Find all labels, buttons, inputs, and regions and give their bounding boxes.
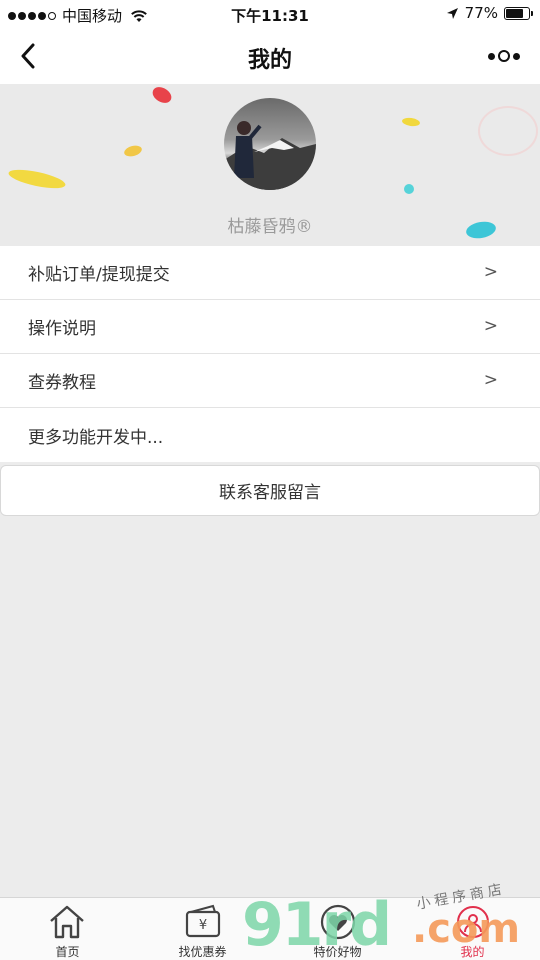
avatar-photo bbox=[224, 121, 316, 190]
menu-item-subsidy-order[interactable]: 补贴订单/提现提交 > bbox=[0, 246, 540, 300]
contact-service-button[interactable]: 联系客服留言 bbox=[0, 465, 540, 516]
username: 枯藤昏鸦® bbox=[227, 217, 313, 237]
menu-item-instructions[interactable]: 操作说明 > bbox=[0, 300, 540, 354]
nav-bar: 我的 bbox=[0, 28, 540, 84]
tab-special-deals[interactable]: 特价好物 bbox=[270, 898, 405, 960]
coupon-icon: ¥ bbox=[185, 904, 221, 938]
tab-label: 我的 bbox=[460, 945, 485, 959]
battery-fill bbox=[506, 8, 523, 18]
tab-bar: 首页 ¥ 找优惠券 特价好物 我的 bbox=[0, 897, 540, 960]
tab-label: 首页 bbox=[55, 945, 80, 959]
tab-home[interactable]: 首页 bbox=[0, 898, 135, 960]
heart-icon bbox=[320, 904, 356, 940]
tab-find-coupons[interactable]: ¥ 找优惠券 bbox=[135, 898, 270, 960]
more-dots-icon-right bbox=[513, 52, 520, 60]
confetti-decoration bbox=[7, 166, 67, 192]
more-dots-center-icon bbox=[498, 50, 510, 62]
status-bar: 中国移动 下午11:31 77% bbox=[0, 0, 540, 28]
menu-item-coupon-tutorial[interactable]: 查券教程 > bbox=[0, 354, 540, 408]
status-right: 77% bbox=[446, 4, 533, 22]
battery-percent: 77% bbox=[464, 4, 498, 22]
avatar[interactable] bbox=[224, 98, 316, 190]
menu-item-label: 补贴订单/提现提交 bbox=[28, 265, 170, 285]
more-button[interactable] bbox=[484, 42, 524, 70]
profile-header: 枯藤昏鸦® bbox=[0, 84, 540, 246]
location-arrow-icon bbox=[446, 7, 458, 19]
menu-item-label: 操作说明 bbox=[28, 319, 96, 339]
tab-label: 找优惠券 bbox=[178, 945, 227, 959]
page-title: 我的 bbox=[247, 48, 292, 73]
confetti-decoration bbox=[404, 184, 414, 194]
menu-list: 补贴订单/提现提交 > 操作说明 > 查券教程 > 更多功能开发中... bbox=[0, 246, 540, 462]
menu-item-label: 更多功能开发中... bbox=[28, 427, 164, 448]
confetti-decoration bbox=[123, 143, 143, 159]
tab-label: 特价好物 bbox=[313, 945, 362, 959]
menu-item-label: 查券教程 bbox=[28, 373, 96, 393]
chevron-right-icon: > bbox=[483, 316, 498, 336]
menu-item-more-features: 更多功能开发中... bbox=[0, 408, 540, 462]
chevron-right-icon: > bbox=[483, 262, 498, 282]
svg-text:¥: ¥ bbox=[199, 918, 207, 933]
confetti-decoration bbox=[401, 116, 421, 128]
chevron-right-icon: > bbox=[483, 370, 498, 390]
home-icon bbox=[50, 905, 84, 939]
tab-mine[interactable]: 我的 bbox=[405, 898, 540, 960]
battery-icon bbox=[504, 6, 533, 20]
user-icon bbox=[457, 906, 489, 938]
confetti-decoration bbox=[149, 84, 175, 107]
more-dots-icon bbox=[488, 52, 495, 60]
confetti-decoration bbox=[478, 106, 538, 156]
